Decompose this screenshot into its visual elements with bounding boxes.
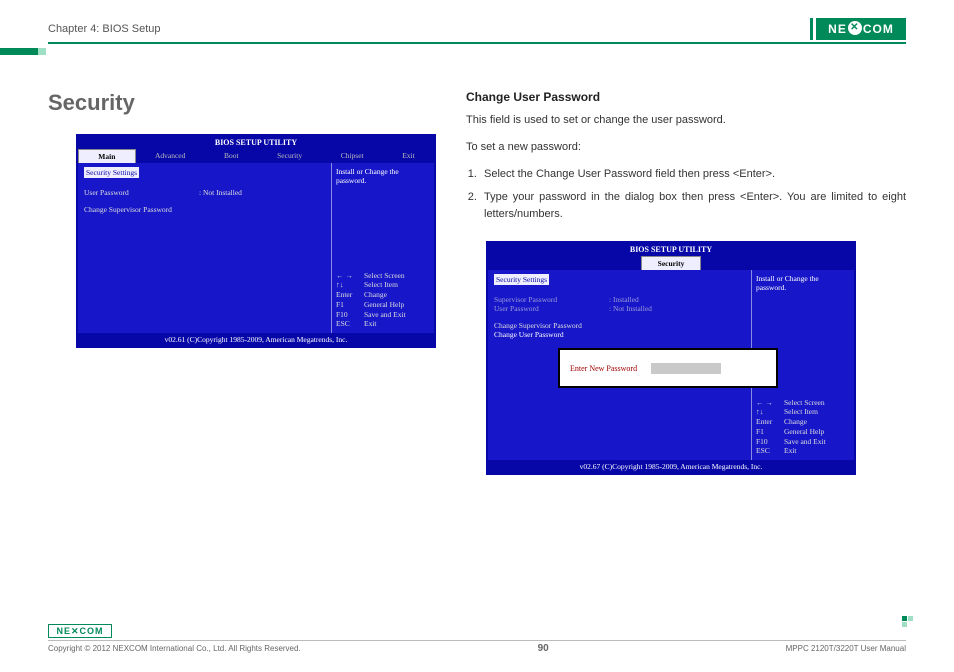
bios-tab-security[interactable]: Security: [258, 149, 322, 163]
logo-x-icon: ✕: [848, 21, 862, 35]
bios-row-change-user[interactable]: Change User Password: [494, 330, 745, 339]
bios-main-panel: Security Settings User Password : Not In…: [78, 163, 332, 333]
footer-dots-icon: [902, 616, 914, 628]
help-key: F1: [336, 300, 360, 310]
bios-main-panel: Security Settings Supervisor Password : …: [488, 270, 752, 460]
bios-body: Security Settings Supervisor Password : …: [488, 270, 854, 460]
bios-side-hint: Install or Change the password.: [756, 274, 850, 292]
chapter-label: Chapter 4: BIOS Setup: [48, 23, 161, 35]
help-key: ESC: [336, 319, 360, 329]
left-column: Security BIOS SETUP UTILITY Main Advance…: [48, 90, 438, 475]
password-input[interactable]: [651, 363, 721, 374]
bios-section-heading: Security Settings: [84, 167, 139, 178]
help-key: ← →: [336, 271, 360, 281]
bios-row-user-password: User Password : Not Installed: [84, 188, 325, 197]
bios-title: BIOS SETUP UTILITY: [488, 243, 854, 256]
footer-page-number: 90: [538, 643, 549, 654]
help-key: Enter: [756, 417, 780, 427]
content-columns: Security BIOS SETUP UTILITY Main Advance…: [48, 90, 906, 475]
bios-row-supervisor-password: Supervisor Password : Installed: [494, 295, 745, 304]
bios-tab-chipset[interactable]: Chipset: [321, 149, 383, 163]
bios-side-panel: Install or Change the password. ← → Selec…: [332, 163, 434, 333]
footer-nexcom-logo: NE✕COM: [48, 624, 112, 638]
help-key: Enter: [336, 290, 360, 300]
bios-tab-main[interactable]: Main: [78, 149, 136, 163]
bios-row-label: Supervisor Password: [494, 295, 609, 304]
bios-help-block: ← → Select Screen ↑↓ Select Item Enter Chan…: [336, 271, 430, 330]
help-action: Exit: [784, 446, 797, 456]
bios-tab-exit[interactable]: Exit: [383, 149, 434, 163]
bios-tab-security[interactable]: Security: [641, 256, 701, 270]
bios-row-value: : Installed: [609, 295, 639, 304]
instruction-list: Select the Change User Password field th…: [480, 166, 906, 223]
bios-title: BIOS SETUP UTILITY: [78, 136, 434, 149]
bios-help-block: ← → Select Screen ↑↓ Select Item Enter Chan…: [756, 398, 850, 457]
security-heading: Security: [48, 90, 438, 116]
bios-body: Security Settings User Password : Not In…: [78, 163, 434, 333]
bios-row-change-supervisor[interactable]: Change Supervisor Password: [84, 205, 325, 214]
help-key: ↑↓: [336, 280, 360, 290]
help-key: F1: [756, 427, 780, 437]
help-action: Select Item: [784, 407, 818, 417]
bios-row-value: : Not Installed: [609, 304, 652, 313]
bios-tabs: Main Advanced Boot Security Chipset Exit: [78, 149, 434, 163]
change-user-password-heading: Change User Password: [466, 90, 906, 104]
bios-row-user-password: User Password : Not Installed: [494, 304, 745, 313]
help-key: F10: [336, 310, 360, 320]
intro-para-2: To set a new password:: [466, 139, 906, 156]
help-action: Exit: [364, 319, 377, 329]
bios-footer: v02.67 (C)Copyright 1985-2009, American …: [488, 460, 854, 473]
bios-footer: v02.61 (C)Copyright 1985-2009, American …: [78, 333, 434, 346]
help-action: Save and Exit: [784, 437, 826, 447]
footer-copyright: Copyright © 2012 NEXCOM International Co…: [48, 644, 301, 653]
right-column: Change User Password This field is used …: [466, 90, 906, 475]
help-action: Select Item: [364, 280, 398, 290]
bios-side-hint: Install or Change the password.: [336, 167, 430, 185]
help-action: General Help: [784, 427, 824, 437]
bios-row-label: User Password: [84, 188, 199, 197]
help-action: General Help: [364, 300, 404, 310]
help-key: ESC: [756, 446, 780, 456]
footer-manual-name: MPPC 2120T/3220T User Manual: [786, 644, 906, 653]
bios-screenshot-right: BIOS SETUP UTILITY Security Security Set…: [486, 241, 856, 475]
help-action: Change: [364, 290, 387, 300]
help-key: ↑↓: [756, 407, 780, 417]
help-action: Change: [784, 417, 807, 427]
help-key: ← →: [756, 398, 780, 408]
bios-tab-boot[interactable]: Boot: [205, 149, 258, 163]
bios-tabs: Security: [488, 256, 854, 270]
page-header: Chapter 4: BIOS Setup NE✕COM: [48, 18, 906, 44]
bios-section-heading: Security Settings: [494, 274, 549, 285]
footer-line: Copyright © 2012 NEXCOM International Co…: [48, 640, 906, 654]
bios-row-label: User Password: [494, 304, 609, 313]
page-footer: NE✕COM Copyright © 2012 NEXCOM Internati…: [48, 624, 906, 654]
step-1: Select the Change User Password field th…: [480, 166, 906, 183]
help-action: Select Screen: [784, 398, 825, 408]
dialog-prompt: Enter New Password: [570, 364, 637, 373]
bios-row-change-supervisor[interactable]: Change Supervisor Password: [494, 321, 745, 330]
nexcom-logo: NE✕COM: [816, 18, 906, 40]
help-action: Save and Exit: [364, 310, 406, 320]
bios-screenshot-left: BIOS SETUP UTILITY Main Advanced Boot Se…: [76, 134, 436, 348]
help-action: Select Screen: [364, 271, 405, 281]
header-accent-bar: [0, 48, 38, 55]
bios-tab-advanced[interactable]: Advanced: [136, 149, 205, 163]
step-2: Type your password in the dialog box the…: [480, 189, 906, 223]
help-key: F10: [756, 437, 780, 447]
password-dialog: Enter New Password: [558, 348, 778, 388]
bios-row-value: : Not Installed: [199, 188, 242, 197]
intro-para-1: This field is used to set or change the …: [466, 112, 906, 129]
